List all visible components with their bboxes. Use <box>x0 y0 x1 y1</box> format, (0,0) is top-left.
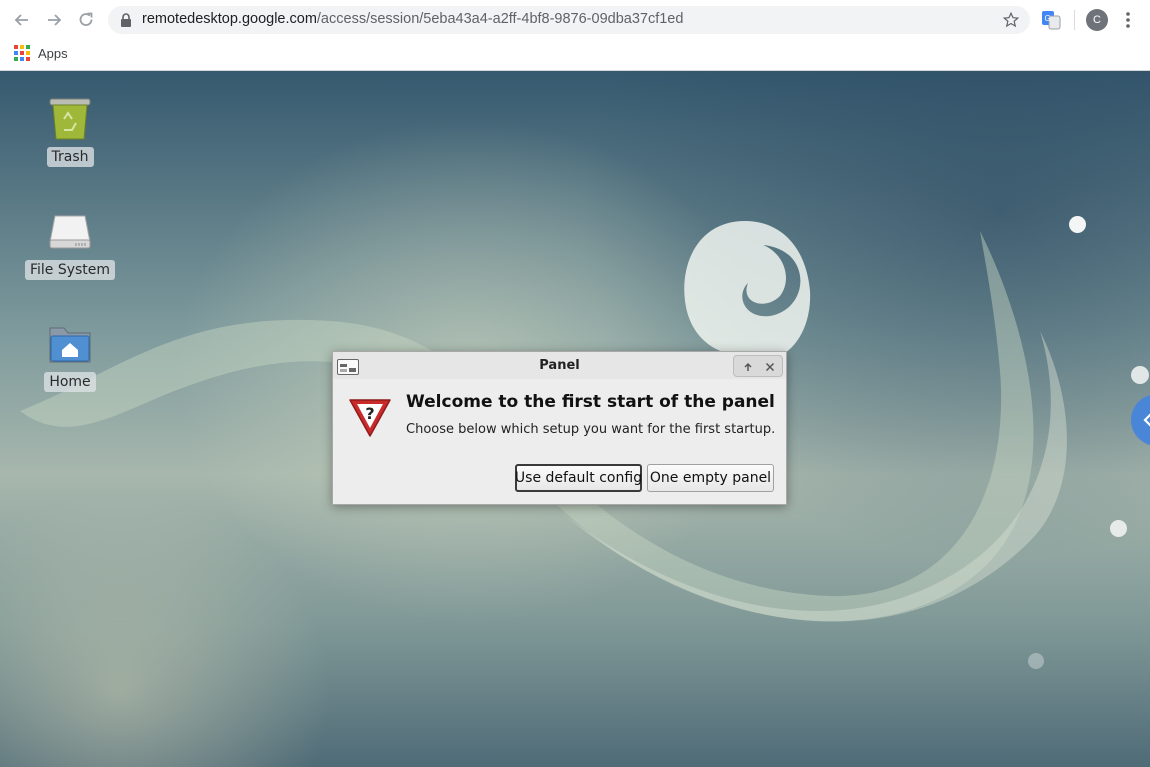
url-path: /access/session/5eba43a4-a2ff-4bf8-9876-… <box>316 11 684 27</box>
wallpaper-dot <box>1069 216 1086 233</box>
dialog-message: Choose below which setup you want for th… <box>406 422 776 437</box>
address-bar[interactable]: remotedesktop.google.com/access/session/… <box>108 6 1030 34</box>
trash-icon <box>49 98 91 140</box>
apps-shortcut[interactable]: Apps <box>14 45 68 61</box>
svg-text:G: G <box>1045 14 1051 23</box>
desktop-icon-home[interactable]: Home <box>25 320 115 392</box>
toolbar-separator <box>1074 10 1075 30</box>
close-button[interactable] <box>763 360 777 374</box>
arrow-up-icon <box>744 362 752 371</box>
dialog-titlebar[interactable]: Panel <box>333 352 786 379</box>
use-default-config-button[interactable]: Use default config <box>515 464 642 492</box>
question-warning-icon: ? <box>349 399 391 437</box>
maximize-button[interactable] <box>741 360 755 374</box>
drive-icon <box>49 215 91 249</box>
desktop-icon-label: Home <box>44 372 96 392</box>
forward-button[interactable] <box>42 8 66 32</box>
url-text: remotedesktop.google.com/access/session/… <box>142 11 683 27</box>
lock-icon <box>121 13 131 27</box>
dialog-title: Panel <box>539 358 580 373</box>
profile-avatar[interactable]: C <box>1086 9 1108 31</box>
translate-extension-icon[interactable]: G <box>1041 10 1061 30</box>
titlebar-buttons <box>733 355 783 377</box>
apps-grid-icon <box>14 45 30 61</box>
home-folder-icon <box>49 327 91 363</box>
reload-icon <box>79 12 93 26</box>
back-arrow-icon <box>14 14 28 26</box>
panel-welcome-dialog: Panel ? Welcome to the first start of th… <box>332 351 787 505</box>
desktop-icon-file-system[interactable]: File System <box>24 208 116 280</box>
apps-label: Apps <box>38 45 68 61</box>
browser-toolbar: remotedesktop.google.com/access/session/… <box>0 0 1150 40</box>
menu-kebab-icon[interactable] <box>1120 10 1136 30</box>
reload-button[interactable] <box>74 8 98 32</box>
wallpaper-dot <box>1131 366 1149 384</box>
desktop-icon-label: Trash <box>46 147 94 167</box>
desktop-icon-label: File System <box>24 260 116 280</box>
dialog-headline: Welcome to the first start of the panel <box>406 392 775 412</box>
wallpaper-dot <box>1028 653 1044 669</box>
chevron-left-icon <box>1143 413 1150 427</box>
bookmark-star-icon[interactable] <box>1002 11 1020 29</box>
desktop-icon-trash[interactable]: Trash <box>25 95 115 167</box>
browser-chrome: remotedesktop.google.com/access/session/… <box>0 0 1150 71</box>
one-empty-panel-button[interactable]: One empty panel <box>647 464 774 492</box>
forward-arrow-icon <box>48 14 62 26</box>
wallpaper-dot <box>1110 520 1127 537</box>
close-icon <box>765 362 775 372</box>
svg-text:?: ? <box>365 404 374 423</box>
bookmarks-bar: Apps <box>0 40 1150 70</box>
url-host: remotedesktop.google.com <box>142 11 317 27</box>
back-button[interactable] <box>10 8 34 32</box>
